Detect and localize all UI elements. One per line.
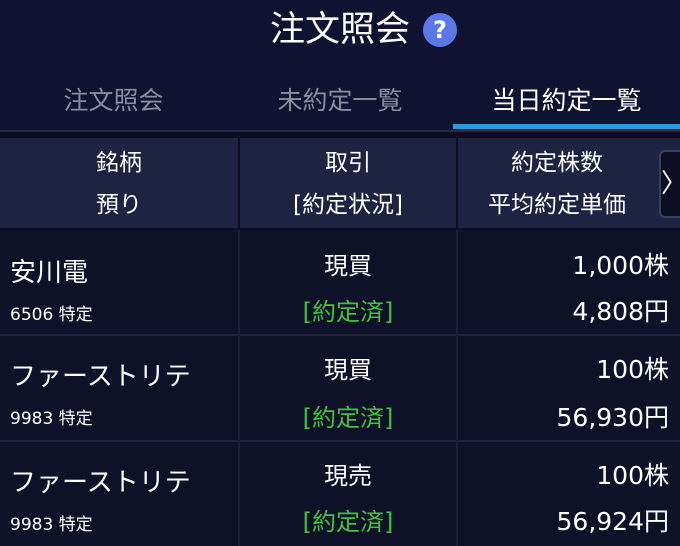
header-trade-label: 取引 [325, 150, 371, 176]
stock-code: 9983 特定 [10, 409, 93, 429]
tab-divider [0, 130, 680, 132]
avg-price: 56,930円 [556, 403, 669, 432]
header-separator [238, 138, 240, 228]
avg-price: 56,924円 [556, 507, 669, 536]
trade-type: 現買 [324, 252, 372, 280]
header-separator [456, 138, 458, 228]
stock-code: 6506 特定 [10, 305, 93, 325]
header-col-qty: 約定株数 平均約定単価 [458, 138, 680, 228]
column-separator [456, 230, 458, 546]
filled-qty: 100株 [596, 461, 669, 490]
tab-bar: 注文照会 未約定一覧 当日約定一覧 [0, 70, 680, 132]
filled-qty: 100株 [596, 355, 669, 384]
table-header: 銘柄 預り 取引 [約定状況] 約定株数 平均約定単価 [0, 138, 680, 228]
fill-status: [約定済] [302, 298, 394, 326]
active-tab-indicator [453, 124, 680, 129]
page-title: 注文照会 [269, 10, 410, 50]
filled-qty: 1,000株 [572, 251, 669, 280]
tab-today-fills[interactable]: 当日約定一覧 [453, 84, 680, 118]
stock-name: ファーストリテ [10, 468, 191, 498]
tab-unfilled-list[interactable]: 未約定一覧 [227, 84, 453, 118]
header-status-label: [約定状況] [293, 192, 403, 218]
table-row[interactable]: 安川電 6506 特定 現買 [約定済] 1,000株 4,808円 [0, 230, 680, 334]
fill-status: [約定済] [302, 404, 394, 432]
trade-type: 現売 [324, 462, 372, 490]
stock-code: 9983 特定 [10, 515, 93, 535]
fill-status: [約定済] [302, 508, 394, 536]
header-symbol-label: 銘柄 [96, 150, 142, 176]
stock-name: 安川電 [10, 258, 89, 288]
header-col-trade: 取引 [約定状況] [240, 138, 456, 228]
header-custody-label: 預り [96, 192, 142, 218]
header-col-symbol: 銘柄 預り [0, 138, 238, 228]
header-avgprice-label: 平均約定単価 [488, 192, 626, 218]
title-bar: 注文照会 ? [0, 0, 680, 70]
tab-order-inquiry[interactable]: 注文照会 [0, 84, 227, 118]
header-qty-label: 約定株数 [511, 150, 603, 176]
column-separator [238, 230, 240, 546]
next-columns-button[interactable]: 〉 [659, 150, 680, 218]
table-row[interactable]: ファーストリテ 9983 特定 現売 [約定済] 100株 56,924円 [0, 442, 680, 546]
stock-name: ファーストリテ [10, 362, 191, 392]
trade-type: 現買 [324, 356, 372, 384]
help-icon[interactable]: ? [423, 13, 457, 47]
avg-price: 4,808円 [572, 297, 669, 326]
table-row[interactable]: ファーストリテ 9983 特定 現買 [約定済] 100株 56,930円 [0, 336, 680, 440]
